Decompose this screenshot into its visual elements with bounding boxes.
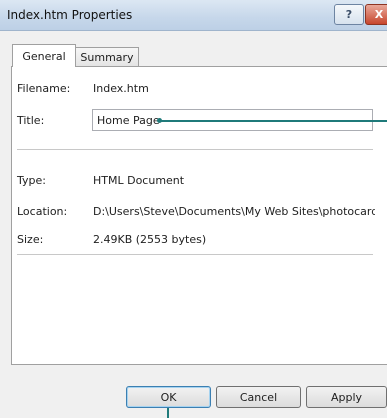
cancel-button[interactable]: Cancel (216, 386, 301, 408)
title-field-value: Home Page (97, 114, 160, 127)
type-value: HTML Document (93, 174, 185, 187)
size-value: 2.49KB (2553 bytes) (93, 233, 207, 246)
type-label: Type: (17, 174, 46, 187)
help-icon: ? (345, 8, 353, 21)
apply-button[interactable]: Apply (306, 386, 387, 408)
help-button[interactable]: ? (334, 4, 364, 25)
divider (17, 254, 373, 256)
tab-general[interactable]: General (12, 44, 76, 67)
location-value: D:\Users\Steve\Documents\My Web Sites\ph… (93, 205, 375, 218)
filename-value: Index.htm (93, 82, 149, 95)
close-icon: X (374, 8, 384, 21)
filename-label: Filename: (17, 82, 71, 95)
title-label: Title: (17, 114, 45, 127)
properties-dialog: Index.htm Properties ? X General Summary… (0, 0, 387, 418)
ok-button[interactable]: OK (126, 386, 211, 408)
tab-summary[interactable]: Summary (75, 47, 139, 66)
window-title: Index.htm Properties (7, 8, 133, 22)
close-button[interactable]: X (365, 4, 387, 25)
callout-line-title (160, 120, 387, 122)
title-bar[interactable]: Index.htm Properties ? X (0, 0, 387, 31)
divider (17, 149, 373, 151)
size-label: Size: (17, 233, 44, 246)
location-label: Location: (17, 205, 68, 218)
